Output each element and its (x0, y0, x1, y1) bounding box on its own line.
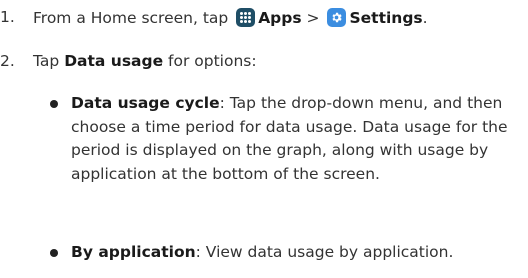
data-usage-label: Data usage (64, 52, 164, 70)
step-text: Tap Data usage for options: (33, 52, 257, 70)
bullet-dot (50, 249, 58, 257)
bullet-term: Data usage cycle (71, 94, 220, 112)
step-suffix: . (422, 9, 428, 27)
step-text: From a Home screen, tap Apps > Settings. (33, 8, 428, 27)
settings-label: Settings (349, 9, 423, 27)
bullet-dot (50, 100, 58, 108)
step-number: 2. (0, 52, 15, 70)
step-suffix: for options: (168, 52, 257, 70)
menu-separator: > (306, 9, 320, 27)
bullet-term: By application (71, 243, 196, 261)
step-prefix: From a Home screen, tap (33, 9, 229, 27)
apps-label: Apps (258, 9, 302, 27)
bullet-description: : View data usage by application. (195, 243, 454, 261)
bullet-item-by-application: By application: View data usage by appli… (71, 241, 526, 265)
gear-icon (327, 8, 347, 27)
step-prefix: Tap (33, 52, 60, 70)
apps-grid-icon (236, 8, 256, 27)
step-number: 1. (0, 8, 15, 26)
bullet-item-data-usage-cycle: Data usage cycle: Tap the drop-down menu… (71, 92, 526, 186)
